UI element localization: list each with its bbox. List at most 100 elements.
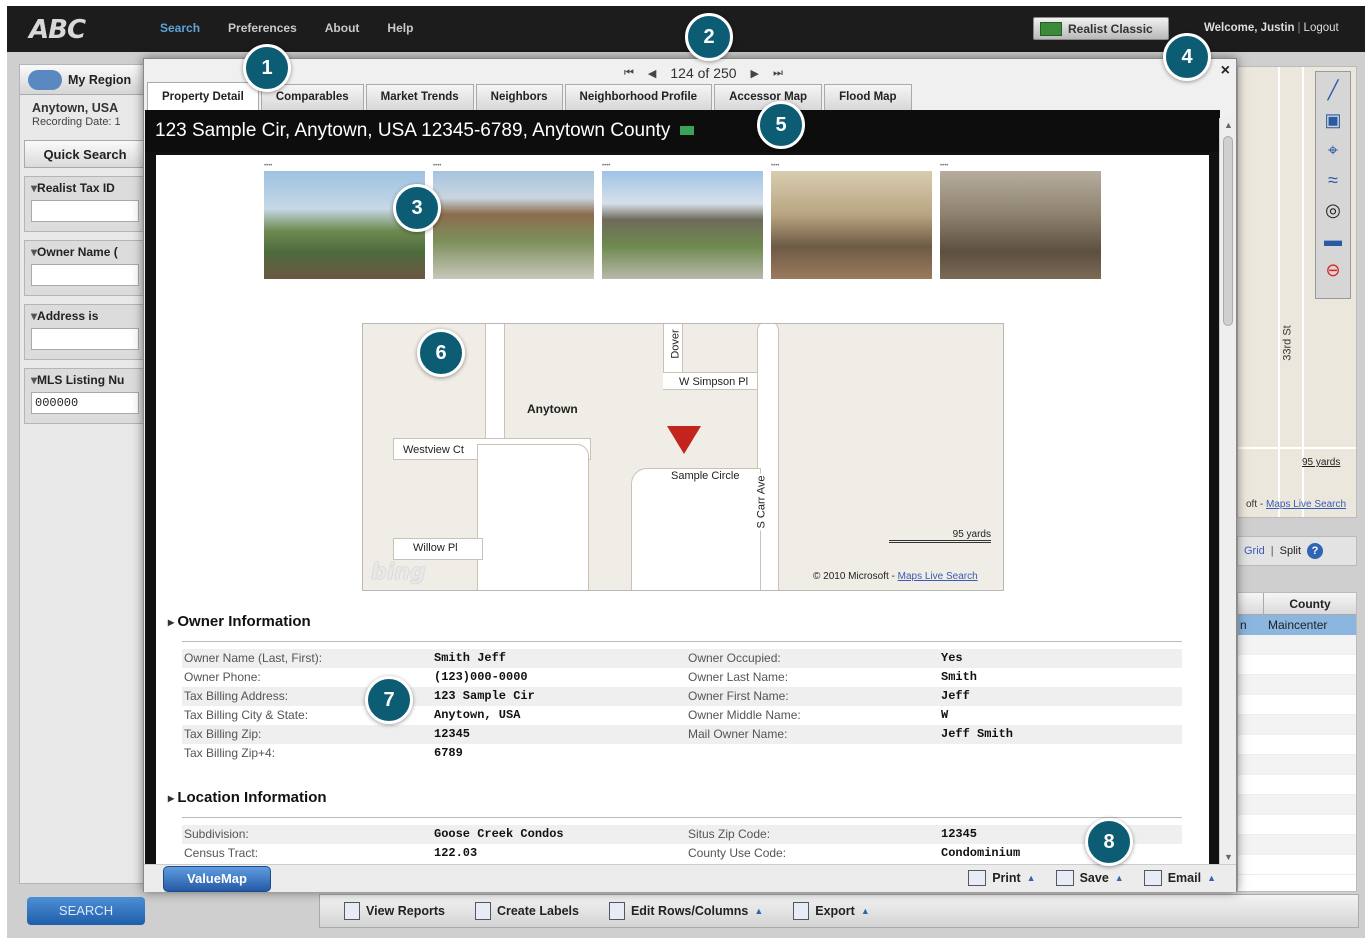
- table-row: Tax Billing Zip+4: 6789: [182, 744, 1182, 763]
- clear-icon[interactable]: ⊖: [1322, 258, 1344, 282]
- owner-name-input[interactable]: [31, 264, 139, 286]
- next-page-icon[interactable]: ▶: [751, 67, 759, 80]
- owner-information-heading[interactable]: Owner Information: [168, 613, 310, 630]
- realist-classic-button[interactable]: Realist Classic: [1033, 17, 1169, 40]
- binoculars-icon[interactable]: ◎: [1322, 198, 1344, 222]
- save-button[interactable]: Save ▲: [1055, 870, 1124, 886]
- scroll-up-icon[interactable]: ▲: [1224, 120, 1233, 130]
- table-row[interactable]: [1238, 835, 1356, 855]
- table-row[interactable]: [1238, 735, 1356, 755]
- tab-market-trends[interactable]: Market Trends: [365, 84, 474, 110]
- detail-scroll-area[interactable]: •••• •••• •••• •••• •••• Dover W Simpson…: [145, 152, 1220, 864]
- criteria-label[interactable]: MLS Listing Nu: [31, 373, 139, 387]
- divider: [182, 817, 1182, 818]
- create-labels-button[interactable]: Create Labels: [474, 902, 579, 920]
- table-row[interactable]: [1238, 635, 1356, 655]
- main-nav: Search Preferences About Help: [160, 21, 413, 35]
- field-value: [941, 744, 1182, 763]
- valuemap-button[interactable]: ValueMap: [163, 866, 271, 892]
- map-road: [485, 324, 505, 442]
- tax-id-input[interactable]: [31, 200, 139, 222]
- callout-badge: 8: [1085, 818, 1133, 866]
- car-icon[interactable]: ▬: [1322, 228, 1344, 252]
- cell-county: Maincenter: [1268, 618, 1328, 632]
- edit-rows-columns-button[interactable]: Edit Rows/Columns ▲: [608, 902, 763, 920]
- photo-image: [433, 171, 594, 279]
- field-label: Mail Owner Name:: [688, 727, 788, 741]
- view-reports-button[interactable]: View Reports: [344, 902, 445, 920]
- select-area-icon[interactable]: ▣: [1322, 108, 1344, 132]
- photo-caption: ••••: [940, 163, 949, 169]
- tab-neighborhood-profile[interactable]: Neighborhood Profile: [564, 84, 713, 110]
- pushpin-icon[interactable]: ⌖: [1322, 138, 1344, 162]
- table-row[interactable]: [1238, 675, 1356, 695]
- logout-link[interactable]: Logout: [1304, 22, 1339, 34]
- table-row[interactable]: [1238, 795, 1356, 815]
- nav-about[interactable]: About: [325, 21, 360, 35]
- nav-preferences[interactable]: Preferences: [228, 21, 297, 35]
- table-row: Owner Name (Last, First): Smith Jeff Owner…: [182, 649, 1182, 668]
- column-header-county[interactable]: County: [1264, 593, 1356, 614]
- street-label-s-carr: S Carr Ave: [755, 473, 768, 531]
- search-button[interactable]: SEARCH: [27, 897, 145, 925]
- layers-icon[interactable]: ≈: [1322, 168, 1344, 192]
- last-page-icon[interactable]: ⏭: [773, 67, 783, 80]
- criteria-label[interactable]: Address is: [31, 309, 139, 323]
- prev-page-icon[interactable]: ◀: [648, 67, 656, 80]
- map-scale: 95 yards: [1302, 457, 1341, 468]
- column-header[interactable]: [1238, 593, 1264, 614]
- help-icon[interactable]: ?: [1307, 543, 1324, 559]
- criteria-label[interactable]: Realist Tax ID: [31, 181, 139, 195]
- draw-line-icon[interactable]: ╱: [1322, 78, 1344, 102]
- tab-property-detail[interactable]: Property Detail: [147, 82, 259, 110]
- table-row[interactable]: [1238, 755, 1356, 775]
- scroll-thumb[interactable]: [1223, 136, 1233, 326]
- table-row[interactable]: [1238, 855, 1356, 875]
- user-area: Welcome, Justin | Logout: [1204, 22, 1339, 34]
- table-row[interactable]: [1238, 715, 1356, 735]
- property-photo[interactable]: ••••: [602, 163, 763, 283]
- maps-live-search-link[interactable]: Maps Live Search: [898, 571, 978, 582]
- email-button[interactable]: Email ▲: [1143, 870, 1216, 886]
- property-photo[interactable]: ••••: [433, 163, 594, 283]
- street-label-w-simpson: W Simpson Pl: [677, 376, 751, 388]
- photo-image: [940, 171, 1101, 279]
- nav-search[interactable]: Search: [160, 21, 200, 35]
- callout-badge: 1: [243, 44, 291, 92]
- background-map[interactable]: 33rd St 95 yards oft - Maps Live Search …: [1237, 66, 1357, 518]
- property-photo[interactable]: ••••: [940, 163, 1101, 283]
- address-input[interactable]: [31, 328, 139, 350]
- quick-search-tab[interactable]: Quick Search: [24, 140, 146, 168]
- export-button[interactable]: Export ▲: [793, 902, 870, 920]
- vertical-scrollbar[interactable]: ▲ ▼: [1219, 118, 1236, 864]
- table-row[interactable]: [1238, 775, 1356, 795]
- print-button[interactable]: Print ▲: [968, 870, 1036, 886]
- table-row[interactable]: [1238, 815, 1356, 835]
- table-row[interactable]: [1238, 655, 1356, 675]
- table-row-selected[interactable]: n Maincenter: [1238, 615, 1356, 635]
- table-row[interactable]: [1238, 695, 1356, 715]
- print-label: Print: [992, 871, 1021, 885]
- scroll-down-icon[interactable]: ▼: [1224, 852, 1233, 862]
- grid-link[interactable]: Grid: [1244, 545, 1265, 557]
- my-region-header[interactable]: My Region: [20, 65, 146, 95]
- location-information-table: Subdivision: Goose Creek Condos Situs Zip …: [182, 825, 1182, 863]
- mls-input[interactable]: 000000: [31, 392, 139, 414]
- field-value: Yes: [941, 651, 963, 665]
- location-pin-icon[interactable]: [667, 426, 701, 454]
- property-photo[interactable]: ••••: [771, 163, 932, 283]
- flag-icon[interactable]: [680, 126, 695, 136]
- field-value: 6789: [434, 746, 463, 760]
- split-link[interactable]: Split: [1280, 545, 1301, 557]
- caret-up-icon: ▲: [1114, 873, 1124, 883]
- tab-neighbors[interactable]: Neighbors: [475, 84, 563, 110]
- table-row: Tax Billing Address: 123 Sample Cir Owner …: [182, 687, 1182, 706]
- location-information-heading[interactable]: Location Information: [168, 789, 326, 806]
- field-value: Smith Jeff: [434, 651, 507, 665]
- close-icon[interactable]: ×: [1221, 62, 1230, 80]
- first-page-icon[interactable]: ⏮: [624, 67, 634, 80]
- criteria-label[interactable]: Owner Name (: [31, 245, 139, 259]
- nav-help[interactable]: Help: [387, 21, 413, 35]
- maps-live-search-link[interactable]: Maps Live Search: [1266, 499, 1346, 510]
- tab-flood-map[interactable]: Flood Map: [824, 84, 912, 110]
